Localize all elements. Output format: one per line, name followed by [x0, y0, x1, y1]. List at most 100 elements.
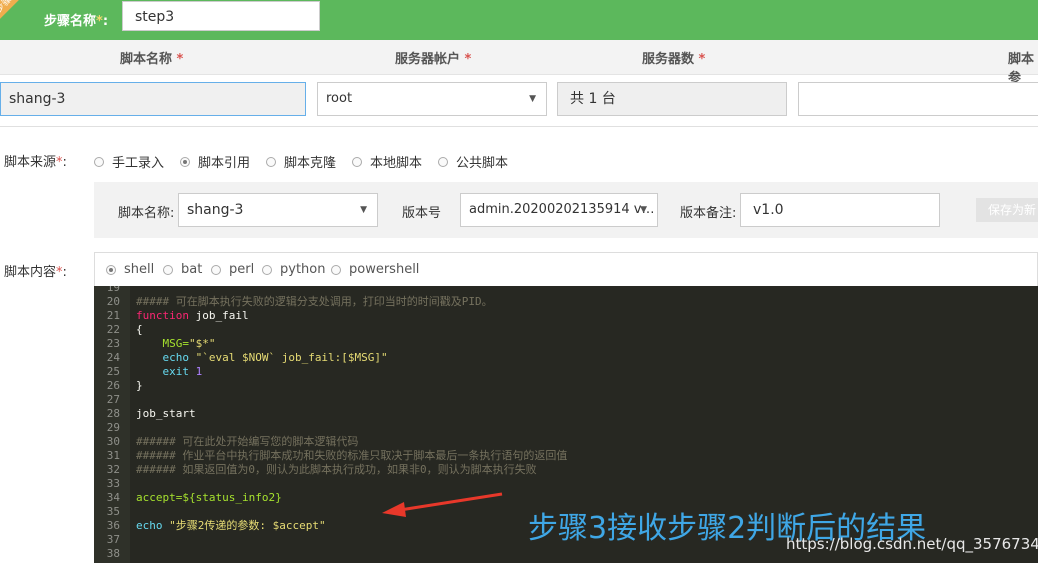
code-text: ###### 可在此处开始编写您的脚本逻辑代码: [136, 435, 358, 449]
label-colon: :: [102, 14, 109, 29]
lang-option-python[interactable]: python: [262, 262, 325, 277]
code-token: "`eval $NOW` job_fail:[$MSG]": [188, 351, 388, 364]
code-token: {: [136, 323, 143, 336]
code-line: 32 ###### 如果返回值为0，则认为此脚本执行成功，如果非0，则认为脚本执行…: [94, 463, 1038, 477]
col-label: 服务器数: [642, 52, 695, 67]
line-number: 24: [106, 351, 120, 364]
code-line: 33: [94, 477, 1038, 491]
chevron-down-icon: ▼: [360, 205, 367, 215]
line-number: 23: [106, 337, 120, 350]
server-count-field: 共 1 台: [557, 82, 787, 116]
line-number: 28: [106, 407, 120, 420]
source-option-local[interactable]: 本地脚本: [352, 152, 422, 171]
version-remark-input[interactable]: v1.0: [740, 193, 940, 227]
code-line: 27: [94, 393, 1038, 407]
radio-icon: [211, 264, 221, 275]
code-text: ##### 可在脚本执行失败的逻辑分支处调用，打印当时的时间戳及PID。: [136, 295, 493, 309]
code-line: 24 echo "`eval $NOW` job_fail:[$MSG]": [94, 351, 1038, 365]
script-params-input[interactable]: [798, 82, 1038, 116]
script-content-label: 脚本内容*:: [4, 265, 67, 280]
code-text: job_start: [136, 407, 196, 421]
option-label: shell: [124, 262, 155, 277]
line-number: 37: [106, 533, 120, 546]
code-token: echo: [136, 351, 189, 364]
code-text: ###### 如果返回值为0，则认为此脚本执行成功，如果非0，则认为脚本执行失败: [136, 463, 537, 477]
required-mark: *: [96, 14, 103, 29]
code-line: 19: [94, 286, 1038, 295]
radio-icon: [262, 264, 272, 275]
code-token: ###### 如果返回值为0，则认为此脚本执行成功，如果非0，则认为脚本执行失败: [136, 463, 537, 476]
code-text: ###### 作业平台中执行脚本成功和失败的标准只取决于脚本最后一条执行语句的返…: [136, 449, 567, 463]
lang-option-perl[interactable]: perl: [211, 262, 254, 277]
line-number: 35: [106, 505, 120, 518]
option-label: bat: [181, 262, 203, 277]
line-number: 26: [106, 379, 120, 392]
code-line: 23 MSG="$*": [94, 337, 1038, 351]
radio-icon: [438, 156, 448, 167]
radio-icon: [94, 156, 104, 167]
col-header-server-count: 服务器数 *: [642, 48, 705, 67]
code-token: }: [136, 379, 143, 392]
chevron-down-icon: ▼: [529, 94, 536, 104]
lang-option-powershell[interactable]: powershell: [331, 262, 419, 277]
ref-script-select[interactable]: shang-3 ▼: [178, 193, 378, 227]
line-number: 31: [106, 449, 120, 462]
option-label: powershell: [349, 262, 420, 277]
source-option-reference[interactable]: 脚本引用: [180, 152, 250, 171]
script-source-label: 脚本来源*:: [4, 155, 67, 170]
code-token: MSG=: [136, 337, 189, 350]
code-text: echo "`eval $NOW` job_fail:[$MSG]": [136, 351, 388, 365]
code-line: 26}: [94, 379, 1038, 393]
label-text: 脚本来源: [4, 155, 57, 170]
col-header-script-name: 脚本名称 *: [120, 48, 183, 67]
col-header-account: 服务器帐户 *: [395, 48, 471, 67]
code-token: "步骤2传递的参数: $accept": [162, 519, 326, 532]
account-select[interactable]: root ▼: [317, 82, 547, 116]
version-select[interactable]: admin.20200202135914 v… ▼: [460, 193, 658, 227]
code-line: 21 function job_fail: [94, 309, 1038, 323]
code-token: job_fail: [188, 309, 249, 322]
option-label: 脚本引用: [198, 156, 251, 171]
arrow-shaft: [399, 492, 503, 512]
required-mark: *: [176, 52, 184, 67]
code-text: }: [136, 379, 143, 393]
code-line: 20 ##### 可在脚本执行失败的逻辑分支处调用，打印当时的时间戳及PID。: [94, 295, 1038, 309]
lang-option-shell[interactable]: shell: [106, 262, 154, 277]
annotation-arrow: [382, 492, 503, 517]
source-option-public[interactable]: 公共脚本: [438, 152, 508, 171]
code-line: 29: [94, 421, 1038, 435]
col-label: 脚本参: [1008, 52, 1035, 86]
col-header-params: 脚本参: [1008, 48, 1038, 86]
script-name-field[interactable]: shang-3: [0, 82, 306, 116]
source-option-manual[interactable]: 手工录入: [94, 152, 164, 171]
option-label: 本地脚本: [370, 156, 423, 171]
chevron-down-icon: ▼: [640, 205, 647, 215]
lang-option-bat[interactable]: bat: [163, 262, 202, 277]
code-text: exit 1: [136, 365, 202, 379]
code-line: 25 exit 1: [94, 365, 1038, 379]
line-number: 30: [106, 435, 120, 448]
code-token: 1: [188, 365, 203, 378]
label-text: 脚本内容: [4, 265, 57, 280]
option-label: perl: [229, 262, 255, 277]
code-text: echo "步骤2传递的参数: $accept": [136, 519, 326, 533]
option-label: 手工录入: [112, 156, 165, 171]
option-label: 公共脚本: [456, 156, 509, 171]
step-name-input[interactable]: step3: [122, 1, 320, 31]
code-line: 22 {: [94, 323, 1038, 337]
code-token: ##### 可在脚本执行失败的逻辑分支处调用，打印当时的时间戳及PID。: [136, 295, 493, 308]
line-number: 33: [106, 477, 120, 490]
line-number: 25: [106, 365, 120, 378]
radio-checked-icon: [106, 264, 116, 275]
line-number: 38: [106, 547, 120, 560]
code-token: ###### 作业平台中执行脚本成功和失败的标准只取决于脚本最后一条执行语句的返…: [136, 449, 568, 462]
code-token: exit: [136, 365, 189, 378]
radio-icon: [163, 264, 173, 275]
option-label: 脚本克隆: [284, 156, 337, 171]
col-label: 脚本名称: [120, 52, 173, 67]
save-as-new-button[interactable]: 保存为新: [976, 198, 1038, 222]
line-number: 20: [106, 295, 120, 308]
code-text: {: [136, 323, 143, 337]
code-text: accept=${status_info2}: [136, 491, 282, 505]
source-option-clone[interactable]: 脚本克隆: [266, 152, 336, 171]
